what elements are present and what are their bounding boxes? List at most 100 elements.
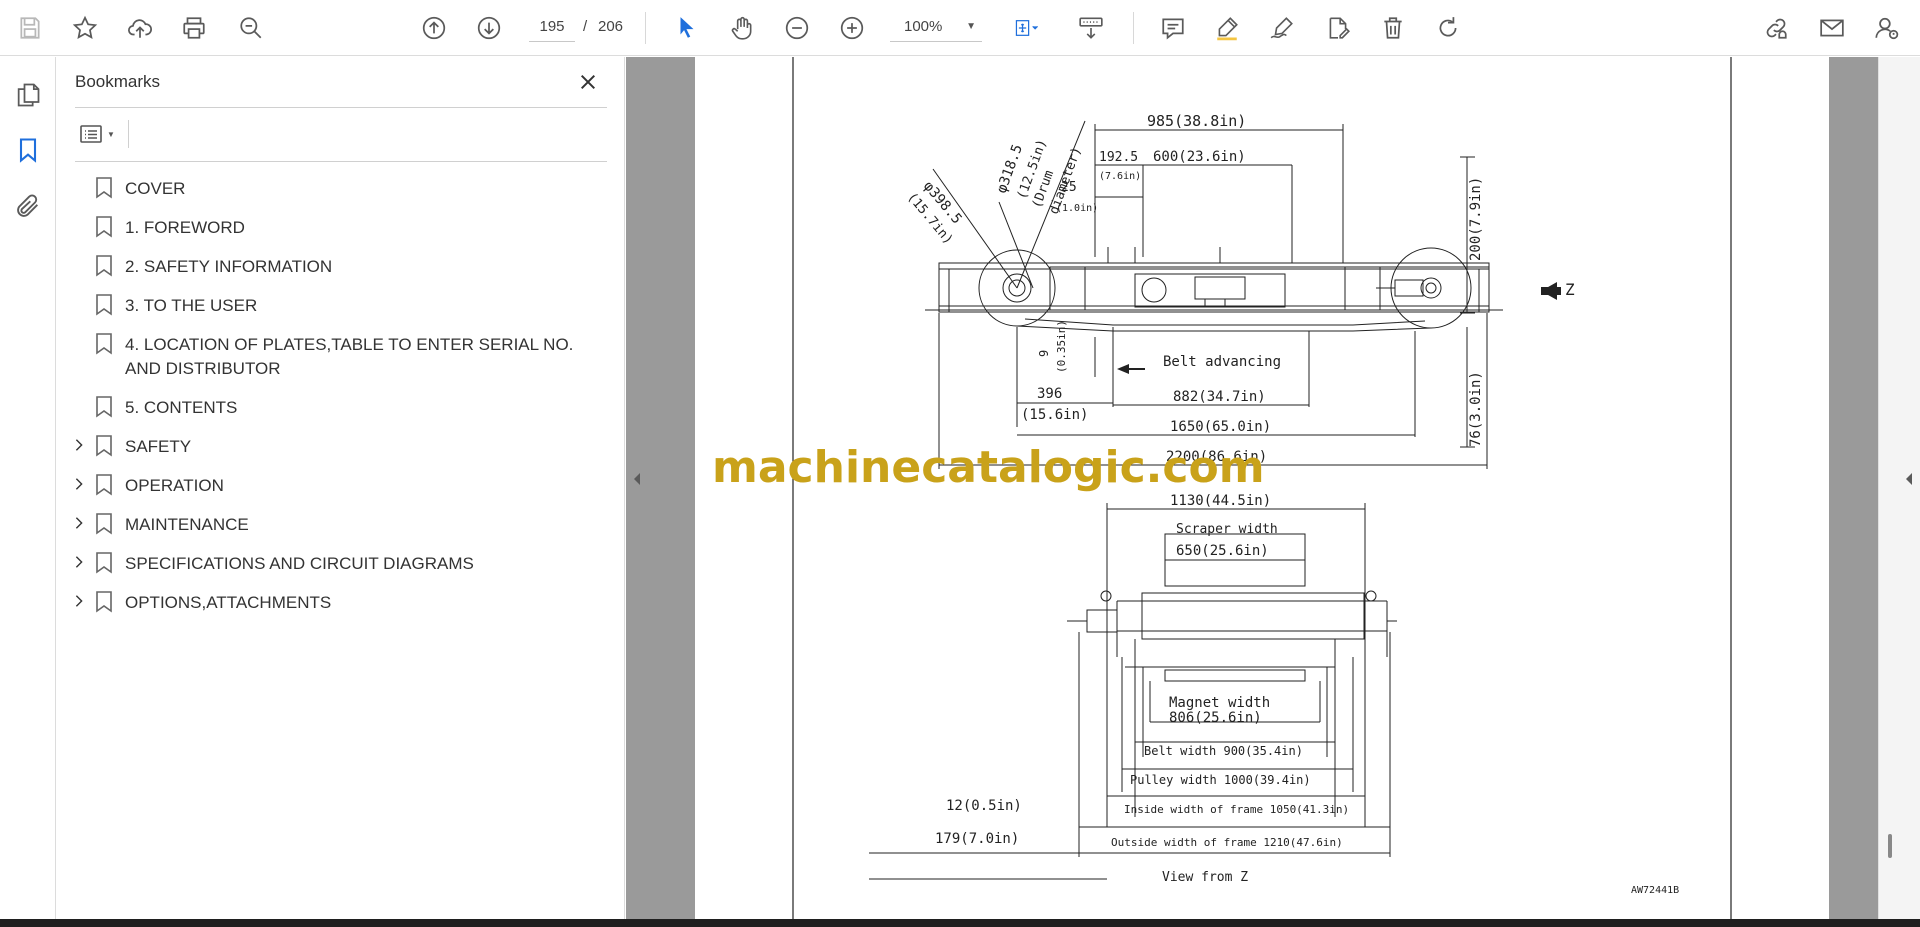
- account-icon[interactable]: [1868, 10, 1904, 46]
- page-total: 206: [598, 18, 624, 35]
- bookmark-icon: [95, 435, 113, 457]
- dim-600: 600(23.6in): [1153, 149, 1246, 165]
- star-icon[interactable]: [67, 10, 103, 46]
- outside-width-label: Outside width of frame 1210(47.6in): [1111, 836, 1343, 849]
- share-link-icon[interactable]: [1758, 10, 1794, 46]
- document-viewport[interactable]: 985(38.8in) 192.5 (7.6in) 600(23.6in) 25…: [626, 57, 1920, 919]
- watermark: machinecatalogic.com: [712, 442, 1265, 493]
- panel-divider: [75, 161, 607, 162]
- bookmark-item[interactable]: 4. LOCATION OF PLATES,TABLE TO ENTER SER…: [57, 324, 625, 387]
- attachments-icon[interactable]: [12, 190, 44, 222]
- toolbar-divider: [1133, 12, 1134, 44]
- hand-tool-icon[interactable]: [724, 10, 760, 46]
- chevron-right-icon[interactable]: [71, 554, 87, 570]
- bookmark-item[interactable]: OPERATION: [57, 465, 625, 504]
- panel-divider: [75, 107, 607, 108]
- read-mode-icon[interactable]: [1073, 10, 1109, 46]
- close-icon[interactable]: [575, 69, 601, 95]
- bookmark-item[interactable]: SAFETY: [57, 426, 625, 465]
- chevron-right-icon[interactable]: [71, 515, 87, 531]
- bookmark-item[interactable]: SPECIFICATIONS AND CIRCUIT DIAGRAMS: [57, 543, 625, 582]
- bookmark-options-button[interactable]: ▼: [75, 119, 123, 149]
- edit-document-icon[interactable]: [1320, 10, 1356, 46]
- cloud-upload-icon[interactable]: [122, 10, 158, 46]
- bookmark-icon: [95, 177, 113, 199]
- highlight-pen-icon[interactable]: [1209, 10, 1245, 46]
- navigation-rail: [0, 57, 56, 919]
- bookmark-list: COVER 1. FOREWORD 2. SAFETY INFORMATION 3. …: [57, 168, 625, 621]
- bookmark-label: 4. LOCATION OF PLATES,TABLE TO ENTER SER…: [125, 335, 574, 378]
- bookmarks-panel: Bookmarks ▼ COVER 1. FOREWORD 2. SAFETY IN…: [57, 57, 625, 919]
- dim-396-in: (15.6in): [1021, 407, 1088, 423]
- dim-9: 9: [1037, 350, 1051, 357]
- view-from-z-label: View from Z: [1162, 870, 1248, 885]
- bookmark-label: SAFETY: [125, 437, 192, 456]
- bookmark-item[interactable]: COVER: [57, 168, 625, 207]
- panel-title: Bookmarks: [75, 72, 161, 91]
- bookmark-icon: [95, 255, 113, 277]
- zoom-value: 100%: [904, 18, 943, 35]
- next-page-icon[interactable]: [471, 10, 507, 46]
- chevron-right-icon[interactable]: [71, 593, 87, 609]
- inside-width-label: Inside width of frame 1050(41.3in): [1124, 803, 1349, 816]
- dim-1650: 1650(65.0in): [1170, 419, 1271, 435]
- scraper-width-value: 650(25.6in): [1176, 543, 1269, 559]
- page-thumbnails-icon[interactable]: [12, 79, 44, 111]
- bookmark-item[interactable]: 1. FOREWORD: [57, 207, 625, 246]
- rotate-icon[interactable]: [1430, 10, 1466, 46]
- chevron-right-icon[interactable]: [71, 476, 87, 492]
- comment-icon[interactable]: [1155, 10, 1191, 46]
- delete-icon[interactable]: [1375, 10, 1411, 46]
- toolbar-divider: [128, 120, 129, 148]
- magnet-width-value: 806(25.6in): [1169, 710, 1262, 726]
- dim-12: 12(0.5in): [946, 798, 1022, 814]
- bookmark-label: MAINTENANCE: [125, 515, 249, 534]
- draw-sign-icon[interactable]: [1264, 10, 1300, 46]
- bookmark-icon: [95, 474, 113, 496]
- page-number-input[interactable]: [529, 12, 575, 42]
- select-cursor-icon[interactable]: [669, 10, 705, 46]
- find-zoom-icon[interactable]: [233, 10, 269, 46]
- zoom-in-icon[interactable]: [834, 10, 870, 46]
- belt-advancing-label: Belt advancing: [1163, 354, 1281, 370]
- expand-panel-icon[interactable]: [1904, 472, 1914, 486]
- zoom-out-icon[interactable]: [779, 10, 815, 46]
- bookmark-item[interactable]: 5. CONTENTS: [57, 387, 625, 426]
- vertical-scrollbar[interactable]: [1878, 57, 1904, 919]
- bookmark-icon: [95, 333, 113, 355]
- bookmark-label: 5. CONTENTS: [125, 398, 238, 417]
- collapse-panel-icon[interactable]: [632, 472, 642, 486]
- chevron-right-icon[interactable]: [71, 437, 87, 453]
- right-panel-strip: [1904, 57, 1920, 919]
- bookmark-panel-icon[interactable]: [12, 134, 44, 166]
- scraper-width-label: Scraper width: [1176, 522, 1278, 537]
- scrollbar-thumb[interactable]: [1888, 834, 1892, 858]
- email-icon[interactable]: [1814, 10, 1850, 46]
- save-icon[interactable]: [12, 10, 48, 46]
- bookmark-item[interactable]: 3. TO THE USER: [57, 285, 625, 324]
- zoom-select[interactable]: 100% ▼: [890, 12, 982, 42]
- bookmark-label: OPERATION: [125, 476, 224, 495]
- bookmark-icon: [95, 591, 113, 613]
- print-icon[interactable]: [176, 10, 212, 46]
- dim-882: 882(34.7in): [1173, 389, 1266, 405]
- list-options-icon: [80, 125, 102, 143]
- chevron-down-icon: ▼: [107, 129, 115, 139]
- dim-76: 76(3.0in): [1468, 371, 1484, 447]
- dim-396: 396: [1037, 386, 1062, 402]
- dim-9-in: (0.35in): [1055, 320, 1068, 373]
- previous-page-icon[interactable]: [416, 10, 452, 46]
- dim-192: 192.5: [1099, 150, 1138, 165]
- fit-page-icon[interactable]: [1005, 10, 1049, 46]
- bookmark-label: SPECIFICATIONS AND CIRCUIT DIAGRAMS: [125, 554, 474, 573]
- bookmark-item[interactable]: MAINTENANCE: [57, 504, 625, 543]
- bookmark-item[interactable]: 2. SAFETY INFORMATION: [57, 246, 625, 285]
- taskbar-strip: [0, 919, 1920, 927]
- toolbar-divider: [645, 12, 646, 44]
- bookmark-item[interactable]: OPTIONS,ATTACHMENTS: [57, 582, 625, 621]
- bookmark-label: 3. TO THE USER: [125, 296, 258, 315]
- dim-192-in: (7.6in): [1099, 171, 1141, 182]
- dim-179: 179(7.0in): [935, 831, 1019, 847]
- arrow-z-label: Z: [1565, 280, 1575, 299]
- bookmark-icon: [95, 513, 113, 535]
